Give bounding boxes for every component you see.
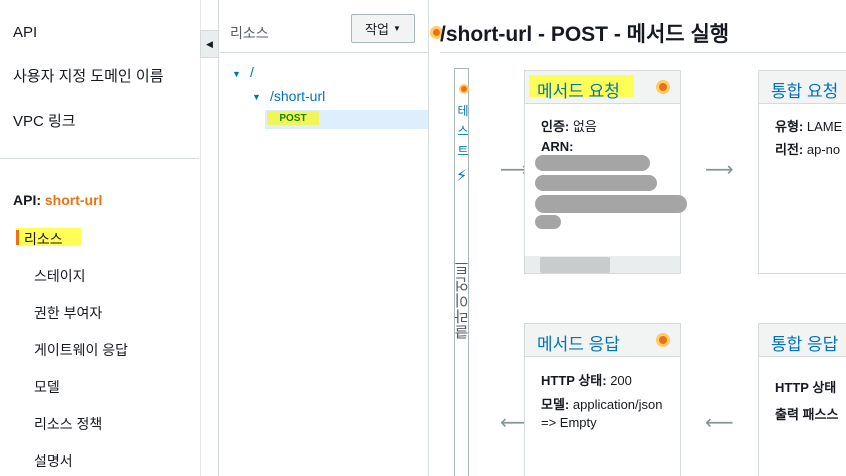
api-name: short-url	[44, 192, 103, 208]
method-execution-panel: /short-url - POST - 메서드 실행 테 스 트 ⚡ 클라이언트…	[430, 0, 846, 476]
region-value: ap-no	[806, 142, 841, 157]
arn-row: ARN:	[541, 139, 574, 154]
http-status-value: 200	[610, 373, 632, 388]
nav-item-stages[interactable]: 스테이지	[34, 266, 86, 286]
region-label: 리전:	[775, 142, 804, 157]
int-http-status-row: HTTP 상태	[775, 377, 836, 396]
http-status-label: HTTP 상태:	[541, 373, 607, 388]
auth-value: 없음	[572, 119, 597, 134]
method-request-card[interactable]: 메서드 요청 인증: 없음 ARN:	[524, 70, 687, 274]
nav-divider	[0, 158, 199, 159]
collapse-left-icon[interactable]: ◀	[200, 30, 219, 58]
arn-label: ARN:	[541, 139, 574, 154]
auth-label: 인증:	[541, 119, 570, 134]
caret-down-icon[interactable]: ▼	[232, 69, 241, 79]
nav-item-gateway-responses[interactable]: 게이트웨이 응답	[34, 340, 128, 360]
nav-item-authorizers[interactable]: 권한 부여자	[34, 303, 102, 323]
output-label: 출력 패스스	[775, 407, 839, 422]
resources-divider	[220, 52, 428, 53]
type-label: 유형:	[775, 119, 804, 134]
tree-item-short-url[interactable]: /short-url	[270, 88, 325, 104]
method-response-card[interactable]: 메서드 응답 HTTP 상태: 200 모델: application/json…	[524, 323, 681, 476]
active-indicator	[16, 230, 19, 245]
resources-panel: 리소스 작업 ▼ ▼ / ▼ /short-url POST	[220, 0, 429, 476]
orange-marker-icon	[656, 80, 670, 94]
integration-request-title[interactable]: 통합 요청	[771, 77, 838, 102]
nav-item-custom-domain[interactable]: 사용자 지정 도메인 이름	[13, 65, 164, 86]
nav-item-documentation[interactable]: 설명서	[34, 451, 73, 471]
client-label: 클라이언트	[454, 260, 471, 340]
api-title: API: short-url	[13, 192, 102, 208]
model-row-2: => Empty	[541, 415, 597, 430]
integration-response-card[interactable]: 통합 응답 HTTP 상태 출력 패스스	[758, 323, 846, 476]
nav-scroll-strip	[200, 0, 219, 476]
nav-item-resource-policy[interactable]: 리소스 정책	[34, 414, 102, 434]
method-badge-post[interactable]: POST	[267, 111, 319, 125]
redaction-block	[535, 155, 650, 171]
http-status-row: HTTP 상태: 200	[541, 370, 632, 389]
region-row: 리전: ap-no	[775, 139, 840, 158]
redaction-block	[535, 175, 657, 191]
actions-button-label: 작업	[365, 22, 389, 37]
nav-item-api[interactable]: API	[13, 24, 37, 41]
orange-marker-icon	[459, 84, 469, 94]
nav-item-models[interactable]: 모델	[34, 377, 60, 397]
model-label: 모델:	[541, 397, 570, 412]
test-link-char-1[interactable]: 테	[457, 102, 469, 119]
method-request-title[interactable]: 메서드 요청	[537, 77, 620, 102]
redaction-block	[535, 215, 561, 229]
test-link-char-2[interactable]: 스	[457, 122, 469, 139]
auth-row: 인증: 없음	[541, 116, 597, 135]
model-value: application/json	[572, 397, 663, 412]
left-navigation: API 사용자 지정 도메인 이름 VPC 링크 API: short-url …	[0, 0, 200, 476]
caret-down-icon[interactable]: ▼	[252, 92, 261, 102]
api-label: API:	[13, 192, 41, 208]
scrollbar-thumb[interactable]	[540, 257, 610, 273]
arrow-left-icon: ⟵	[705, 412, 734, 434]
title-divider	[440, 52, 846, 53]
page-title: /short-url - POST - 메서드 실행	[440, 23, 730, 46]
nav-item-vpc-link[interactable]: VPC 링크	[13, 110, 76, 131]
model-row: 모델: application/json	[541, 394, 663, 413]
tree-item-root[interactable]: /	[250, 64, 254, 80]
actions-button[interactable]: 작업 ▼	[351, 14, 415, 43]
resources-title: 리소스	[230, 25, 269, 41]
int-http-status-label: HTTP 상태	[775, 380, 837, 395]
integration-response-title[interactable]: 통합 응답	[771, 330, 838, 355]
nav-item-resources[interactable]: 리소스	[24, 229, 63, 249]
type-value: LAME	[806, 119, 843, 134]
test-link-char-3[interactable]: 트	[457, 142, 469, 159]
lightning-bolt-icon[interactable]: ⚡	[456, 166, 467, 186]
integration-request-card[interactable]: 통합 요청 유형: LAME 리전: ap-no	[758, 70, 846, 274]
orange-marker-icon	[656, 333, 670, 347]
redaction-block	[535, 195, 687, 213]
caret-down-icon: ▼	[393, 24, 401, 33]
arrow-right-icon: ⟶	[705, 159, 734, 181]
method-response-title[interactable]: 메서드 응답	[537, 330, 620, 355]
output-row: 출력 패스스	[775, 404, 838, 423]
type-row: 유형: LAME	[775, 116, 842, 135]
